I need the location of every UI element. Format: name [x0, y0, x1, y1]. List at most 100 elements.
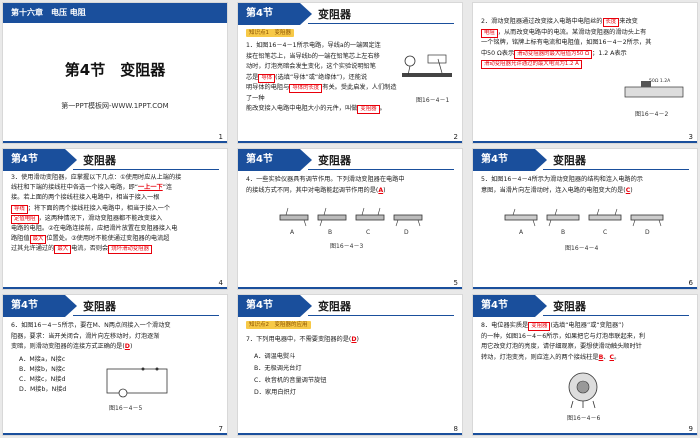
header-rule — [308, 23, 454, 24]
slide-number: 7 — [218, 425, 223, 433]
option-label-d: D — [404, 229, 409, 236]
option-c[interactable]: C．M接c，N接d — [19, 375, 66, 385]
slide-thumbnail-3[interactable]: 2．滑动变阻器通过改变接入电路中电阻丝的 长度 来改变 电阻 ，从而改变电路中的电流。… — [472, 2, 698, 144]
option-label-c: C — [603, 229, 608, 236]
option-label-d: D — [645, 229, 650, 236]
slide-thumbnail-2[interactable]: 第4节 变阻器 知识点1 变阻器 1．如图16－4－1所示电路，导线a的一端固定… — [237, 2, 463, 144]
rheostat-options-figure — [279, 207, 423, 227]
slide-thumbnail-4[interactable]: 第4节 变阻器 3．使用滑动变阻器，应掌握以下几点：①使用时应从上端的接 线柱和… — [2, 148, 228, 290]
question-text: 8．电位器实质是 变阻器 (选填“电阻器”或“变阻器”) 的一种，如图16－4－6所… — [481, 322, 646, 361]
section-badge: 第4节 — [238, 295, 312, 317]
question-text: 6．如图16－4－5所示，要在M、N两点间接入一个滑动变 阻器，要求：当开关闭合… — [11, 322, 171, 350]
slide-number: 5 — [453, 279, 458, 287]
figure-caption: 图16－4－3 — [330, 243, 364, 250]
option-label-a: A — [290, 229, 295, 236]
option-label-b: B — [328, 229, 333, 236]
option-b[interactable]: B．M接b，N接c — [19, 365, 66, 375]
section-title: 变阻器 — [83, 154, 116, 167]
figure-caption: 图16－4－1 — [416, 97, 450, 104]
slide-header: 第4节 变阻器 — [3, 295, 227, 317]
slide-number: 9 — [688, 425, 693, 433]
footer-bar — [238, 141, 462, 143]
answer-fill: 烧坏滑动变阻器 — [108, 245, 152, 255]
section-badge: 第4节 — [238, 149, 312, 171]
slide-thumbnail-6[interactable]: 第4节 变阻器 5．如图16－4－4所示为滑动变阻器的结构和连入电路的示 意图，… — [472, 148, 698, 290]
mn-circuit-figure — [106, 367, 168, 398]
option-label-c: C — [366, 229, 371, 236]
pencil-circuit-figure — [402, 54, 452, 77]
question-text: 7．下列用电器中，不需要变阻器的是(D) — [246, 336, 359, 343]
answer-fill: 定值电阻 — [11, 214, 39, 224]
header-rule — [73, 169, 219, 170]
footer-bar — [473, 141, 697, 143]
section-badge: 第4节 — [473, 149, 547, 171]
slide-thumbnail-9[interactable]: 第4节 变阻器 8．电位器实质是 变阻器 (选填“电阻器”或“变阻器”) 的一种，如… — [472, 294, 698, 436]
question-text: 5．如图16－4－4所示为滑动变阻器的结构和连入电路的示 意图，当滑片向左滑动时… — [481, 176, 643, 194]
header-rule — [308, 315, 454, 316]
footer-bar — [3, 141, 227, 143]
figure-caption: 图16－4－5 — [109, 405, 143, 412]
section-title: 变阻器 — [318, 300, 351, 313]
slide-number: 2 — [453, 133, 458, 141]
website-credit: 第一PPT模板网-WWW.1PPT.COM — [61, 102, 169, 110]
rheostat-structure-figure — [504, 208, 664, 227]
footer-bar — [238, 433, 462, 435]
slide-number: 6 — [688, 279, 693, 287]
option-d[interactable]: D．家用白炽灯 — [254, 387, 326, 399]
option-list: A．M接a，N接c B．M接b，N接c C．M接c，N接d D．M接b，N接d — [19, 355, 66, 395]
answer-fill: 变阻器 — [357, 105, 380, 114]
option-b[interactable]: B．无极调光台灯 — [254, 363, 326, 375]
header-rule — [308, 169, 454, 170]
answer-fill: 最大 — [29, 235, 47, 245]
slide-number: 3 — [688, 133, 693, 141]
answer-fill: 一上一下 — [137, 184, 163, 192]
question-text: 1．如图16－4－1所示电路，导线a的一端固定连 接在铅笔芯上，当导线b的一端在… — [246, 42, 397, 114]
slide-thumbnail-1[interactable]: 第十六章 电压 电阻 第4节 变阻器 第一PPT模板网-WWW.1PPT.COM… — [2, 2, 228, 144]
slide-thumbnail-5[interactable]: 第4节 变阻器 4．一些实验仪器具有调节作用。下列滑动变阻器在电路中 的接线方式… — [237, 148, 463, 290]
section-title: 变阻器 — [83, 300, 116, 313]
answer-fill: 导线 — [11, 204, 28, 214]
footer-bar — [238, 287, 462, 289]
answer-fill: 滑动变阻器的最大阻值为50 Ω — [514, 49, 593, 59]
lesson-title: 第4节 变阻器 — [64, 61, 166, 79]
section-title: 变阻器 — [318, 154, 351, 167]
header-rule — [73, 315, 219, 316]
footer-bar — [473, 287, 697, 289]
section-title: 变阻器 — [553, 300, 586, 313]
footer-bar — [473, 433, 697, 435]
slide-number: 8 — [453, 425, 458, 433]
option-label-a: A — [519, 229, 524, 236]
slide-header: 第4节 变阻器 — [238, 295, 462, 317]
footer-bar — [3, 287, 227, 289]
slide-thumbnail-7[interactable]: 第4节 变阻器 6．如图16－4－5所示，要在M、N两点间接入一个滑动变 阻器，… — [2, 294, 228, 436]
slide-header: 第4节 变阻器 — [3, 149, 227, 171]
slide-thumbnail-8[interactable]: 第4节 变阻器 知识点2 变阻器的应用 7．下列用电器中，不需要变阻器的是(D)… — [237, 294, 463, 436]
answer-fill: 滑动变阻器允许通过的最大电流为1.2 A — [481, 60, 582, 69]
answer-fill: 电阻 — [481, 28, 498, 38]
question-text: 3．使用滑动变阻器，应掌握以下几点：①使用时应从上端的接 线柱和下端的接线柱中各… — [11, 174, 182, 255]
option-a[interactable]: A．M接a，N接c — [19, 355, 66, 365]
slide-header: 第4节 变阻器 — [238, 149, 462, 171]
section-badge: 第4节 — [3, 295, 77, 317]
option-c[interactable]: C．收音机的音量调节旋钮 — [254, 375, 326, 387]
figure-caption: 图16－4－2 — [635, 111, 669, 118]
option-d[interactable]: D．M接b，N接d — [19, 385, 66, 395]
answer-fill: 最大 — [54, 245, 72, 255]
option-a[interactable]: A．调温电熨斗 — [254, 351, 326, 363]
question-text: 4．一些实验仪器具有调节作用。下列滑动变阻器在电路中 的接线方式不同，其中对电路… — [246, 176, 405, 194]
section-badge: 第4节 — [238, 3, 312, 25]
header-rule — [543, 169, 689, 170]
section-title: 变阻器 — [553, 154, 586, 167]
section-badge: 第4节 — [473, 295, 547, 317]
slide-number: 4 — [218, 279, 223, 287]
cover-header: 第十六章 电压 电阻 — [3, 3, 227, 23]
slide-header: 第4节 变阻器 — [473, 295, 697, 317]
answer-fill: 长度 — [602, 18, 620, 27]
potentiometer-figure — [568, 372, 598, 409]
knowledge-tag: 知识点2 变阻器的应用 — [246, 321, 311, 329]
figure-caption: 图16－4－6 — [567, 415, 601, 422]
footer-bar — [3, 433, 227, 435]
answer-fill: 导体 — [258, 73, 276, 83]
nameplate-label: 50Ω 1.2A — [649, 79, 671, 84]
knowledge-tag: 知识点1 变阻器 — [246, 29, 294, 37]
